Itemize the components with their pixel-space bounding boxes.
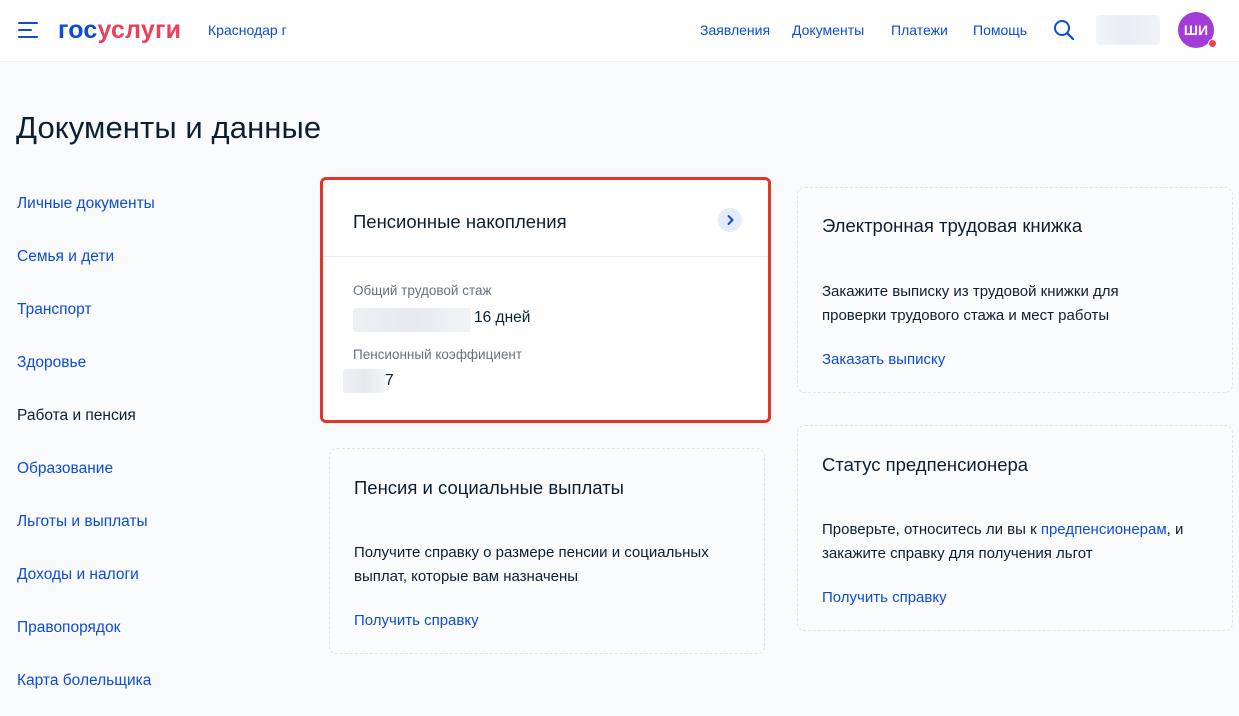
user-name-blurred <box>1096 15 1160 45</box>
work-book-card: Электронная трудовая книжка Закажите вып… <box>797 187 1233 393</box>
work-book-link[interactable]: Заказать выписку <box>822 351 945 368</box>
pension-savings-card[interactable]: Пенсионные накопления Общий трудовой ста… <box>320 177 771 423</box>
header: госуслуги Краснодар г Заявления Документ… <box>0 0 1239 62</box>
pre-pensioner-link[interactable]: Получить справку <box>822 589 947 606</box>
coefficient-value-blurred <box>343 369 385 393</box>
experience-value: 16 дней <box>474 309 531 326</box>
experience-label: Общий трудовой стаж <box>353 283 492 298</box>
notification-dot <box>1208 39 1217 48</box>
work-book-title: Электронная трудовая книжка <box>822 215 1083 236</box>
sidebar-item-family[interactable]: Семья и дети <box>17 248 114 266</box>
nav-payments[interactable]: Платежи <box>891 22 948 38</box>
city-selector[interactable]: Краснодар г <box>208 22 287 38</box>
nav-documents[interactable]: Документы <box>792 22 864 38</box>
pre-pensioner-title: Статус предпенсионера <box>822 454 1029 475</box>
sidebar-item-transport[interactable]: Транспорт <box>17 301 92 319</box>
sidebar-item-benefits[interactable]: Льготы и выплаты <box>17 513 148 531</box>
pre-pensioner-text: Проверьте, относитесь ли вы к предпенсио… <box>822 518 1217 566</box>
coefficient-label: Пенсионный коэффициент <box>353 347 523 362</box>
pension-payments-text: Получите справку о размере пенсии и соци… <box>354 544 709 585</box>
sidebar-item-law[interactable]: Правопорядок <box>17 619 120 637</box>
coefficient-value: 7 <box>385 372 394 389</box>
pension-savings-title: Пенсионные накопления <box>353 211 567 232</box>
pre-pensioner-text-start: Проверьте, относитесь ли вы к <box>822 521 1041 538</box>
experience-value-blurred <box>353 308 471 332</box>
pension-payments-link[interactable]: Получить справку <box>354 612 479 629</box>
sidebar-item-personal-documents[interactable]: Личные документы <box>17 195 155 213</box>
pension-payments-card: Пенсия и социальные выплаты Получите спр… <box>329 448 765 654</box>
work-book-text: Закажите выписку из трудовой книжки для … <box>822 283 1119 324</box>
sidebar-item-education[interactable]: Образование <box>17 460 113 478</box>
logo[interactable]: госуслуги <box>58 14 181 46</box>
sidebar-item-fan-card[interactable]: Карта болельщика <box>17 672 151 690</box>
pension-payments-title: Пенсия и социальные выплаты <box>354 477 624 498</box>
pre-pensioner-card: Статус предпенсионера Проверьте, относит… <box>797 425 1233 631</box>
nav-help[interactable]: Помощь <box>973 22 1027 38</box>
chevron-right-icon[interactable] <box>718 208 742 232</box>
divider <box>323 256 768 257</box>
search-icon[interactable] <box>1052 18 1076 42</box>
sidebar-item-work-pension[interactable]: Работа и пенсия <box>17 407 136 425</box>
page-title: Документы и данные <box>16 110 322 145</box>
sidebar-item-health[interactable]: Здоровье <box>17 354 86 372</box>
nav-applications[interactable]: Заявления <box>700 22 770 38</box>
pre-pensioner-inline-link[interactable]: предпенсионерам <box>1041 521 1167 538</box>
sidebar-item-income-taxes[interactable]: Доходы и налоги <box>17 566 139 584</box>
menu-icon[interactable] <box>18 22 40 40</box>
